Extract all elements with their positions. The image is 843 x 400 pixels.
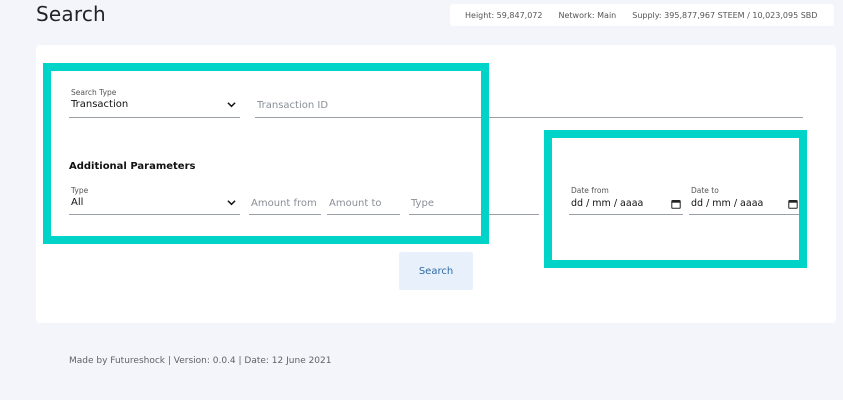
stat-supply: Supply: 395,877,967 STEEM / 10,023,095 S…: [632, 10, 818, 20]
highlight-box-left: [43, 63, 489, 244]
page-title: Search: [36, 2, 106, 26]
stat-network: Network: Main: [558, 10, 617, 20]
chain-stats-bar: Height: 59,847,072 Network: Main Supply:…: [450, 4, 834, 26]
search-button[interactable]: Search: [399, 252, 473, 290]
footer-text: Made by Futureshock | Version: 0.0.4 | D…: [69, 356, 332, 366]
highlight-box-right: [544, 130, 807, 268]
stat-height: Height: 59,847,072: [465, 10, 543, 20]
